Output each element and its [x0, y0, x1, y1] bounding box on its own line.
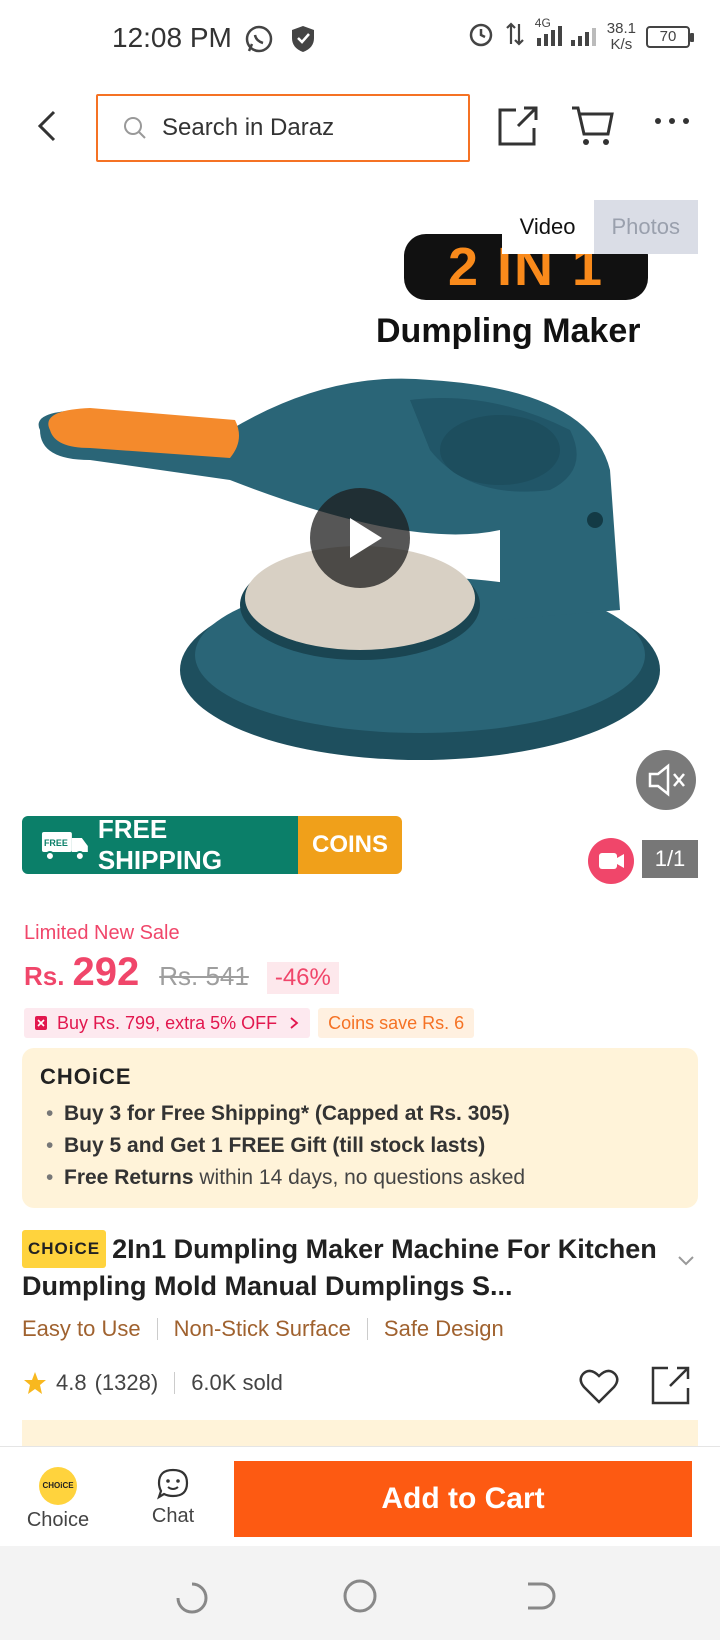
video-camera-icon	[599, 853, 624, 869]
star-icon	[24, 1372, 46, 1394]
price-original: Rs. 541	[159, 961, 249, 991]
truck-icon-text: FREE	[44, 838, 68, 848]
benefit-rest: within 14 days, no questions asked	[193, 1166, 526, 1189]
net-speed-value: 38.1	[606, 20, 636, 37]
status-bar: 12:08 PM 4G 38.1 K/s 70	[0, 0, 720, 80]
chevron-right-icon	[290, 1017, 299, 1029]
benefit-bold: Free Returns	[64, 1166, 194, 1189]
coins-label: COINS	[298, 816, 402, 874]
price-current: 292	[72, 950, 140, 994]
benefit-bold: Buy 3 for Free Shipping* (Capped at Rs. …	[64, 1102, 510, 1125]
system-nav-icons	[176, 1579, 556, 1614]
back-button[interactable]	[28, 106, 68, 146]
cart-button[interactable]	[570, 104, 616, 148]
shield-icon	[290, 24, 316, 59]
tab-photos[interactable]: Photos	[593, 200, 698, 254]
divider	[156, 1318, 158, 1340]
home-icon	[343, 1579, 377, 1613]
choice-badge: CHOiCE	[22, 1230, 107, 1268]
product-media[interactable]: Video Photos 2 IN 1 Dumpling Maker	[0, 190, 720, 880]
product-title: CHOiCE 2In1 Dumpling Maker Machine For Ki…	[22, 1230, 670, 1304]
more-options-button[interactable]	[652, 108, 692, 144]
divider	[366, 1318, 368, 1340]
sale-label: Limited New Sale	[24, 922, 180, 944]
cart-icon	[572, 106, 614, 145]
shipping-text: FREE SHIPPING	[97, 816, 223, 874]
chat-button[interactable]: Chat	[140, 1467, 206, 1528]
product-title-text: 2In1 Dumpling Maker Machine For Kitchen …	[22, 1234, 657, 1301]
add-to-cart-button[interactable]: Add to Cart	[234, 1461, 692, 1537]
review-count: (1328)	[94, 1370, 159, 1395]
rating-value: 4.8	[56, 1370, 87, 1395]
battery-indicator: 70	[646, 26, 694, 48]
data-arrows-icon	[505, 20, 525, 54]
heart-icon	[579, 1369, 619, 1404]
bottom-action-bar: CHOiCE Choice Chat Add to Cart	[0, 1446, 720, 1546]
status-time: 12:08 PM	[112, 22, 232, 53]
net-speed: 38.1 K/s	[607, 21, 636, 53]
video-badge-button[interactable]	[588, 838, 634, 884]
choice-logo: CHOiCE	[40, 1064, 132, 1089]
media-subheadline: Dumpling Maker	[376, 312, 641, 350]
system-navigation-bar	[0, 1546, 720, 1640]
search-placeholder: Search in Daraz	[162, 114, 335, 141]
recents-icon	[176, 1582, 208, 1614]
mute-button[interactable]	[636, 750, 696, 810]
price-currency: Rs.	[24, 961, 65, 991]
promo-row: Buy Rs. 799, extra 5% OFF Coins save Rs.…	[24, 1008, 475, 1038]
back-nav-icon	[528, 1582, 556, 1610]
feature-tag: Easy to Use	[22, 1316, 141, 1341]
feature-tags: Easy to Use Non-Stick Surface Safe Desig…	[22, 1316, 504, 1342]
feature-tag: Safe Design	[383, 1316, 504, 1341]
chevron-left-icon	[37, 110, 56, 142]
discount-badge: -46%	[266, 962, 339, 994]
chat-label: Chat	[151, 1505, 195, 1527]
share-icon	[651, 1366, 690, 1405]
rating-row[interactable]: 4.8 (1328) 6.0K sold	[22, 1370, 283, 1396]
play-video-button[interactable]	[310, 488, 410, 588]
choice-nav-button[interactable]: CHOiCE Choice	[20, 1467, 96, 1532]
wishlist-button[interactable]	[578, 1366, 620, 1411]
chevron-down-icon[interactable]	[676, 1254, 696, 1268]
buy-more-text: Buy Rs. 799, extra 5% OFF	[57, 1013, 278, 1033]
free-shipping-banner: FREE FREE SHIPPING COINS	[22, 816, 402, 874]
sold-count: 6.0K sold	[191, 1370, 283, 1395]
choice-benefits[interactable]: CHOiCE Buy 3 for Free Shipping* (Capped …	[22, 1048, 698, 1208]
benefit-item: Buy 5 and Get 1 FREE Gift (till stock la…	[40, 1130, 680, 1162]
free-shipping-label: FREE FREE SHIPPING	[22, 816, 298, 874]
media-tabs: Video Photos	[501, 200, 698, 254]
benefit-bold: Buy 5 and Get 1 FREE Gift (till stock la…	[64, 1134, 486, 1157]
coins-save-promo: Coins save Rs. 6	[318, 1008, 475, 1038]
media-counter: 1/1	[642, 840, 698, 878]
feature-tag: Non-Stick Surface	[173, 1316, 351, 1341]
signal-icon: 4G	[535, 16, 597, 54]
product-title-area[interactable]: CHOiCE 2In1 Dumpling Maker Machine For Ki…	[22, 1230, 670, 1304]
delivery-truck-icon: FREE	[41, 832, 88, 861]
net-type: 4G	[534, 16, 551, 30]
alarm-icon	[467, 20, 495, 54]
buy-more-promo[interactable]: Buy Rs. 799, extra 5% OFF	[24, 1008, 311, 1038]
chat-icon	[157, 1468, 189, 1500]
voucher-icon	[35, 1016, 47, 1030]
divider	[174, 1372, 176, 1394]
choice-icon: CHOiCE	[39, 1467, 77, 1505]
share-product-button[interactable]	[650, 1364, 692, 1411]
share-button[interactable]	[496, 104, 540, 148]
benefit-item: Buy 3 for Free Shipping* (Capped at Rs. …	[40, 1098, 680, 1130]
price-row: Rs. 292 Rs. 541 -46%	[24, 950, 339, 995]
choice-benefit-list: Buy 3 for Free Shipping* (Capped at Rs. …	[40, 1098, 680, 1194]
top-header: Search in Daraz	[0, 90, 720, 166]
benefit-item: Free Returns within 14 days, no question…	[40, 1162, 680, 1194]
search-input[interactable]: Search in Daraz	[96, 94, 470, 162]
search-icon	[124, 117, 146, 139]
status-indicators: 4G 38.1 K/s 70	[467, 16, 694, 54]
whatsapp-icon	[244, 24, 274, 59]
speaker-muted-icon	[648, 763, 685, 797]
more-dots-icon	[655, 118, 689, 124]
net-speed-unit: K/s	[610, 36, 633, 53]
tab-video[interactable]: Video	[501, 200, 594, 254]
choice-nav-label: Choice	[26, 1509, 90, 1531]
share-icon	[498, 106, 538, 146]
